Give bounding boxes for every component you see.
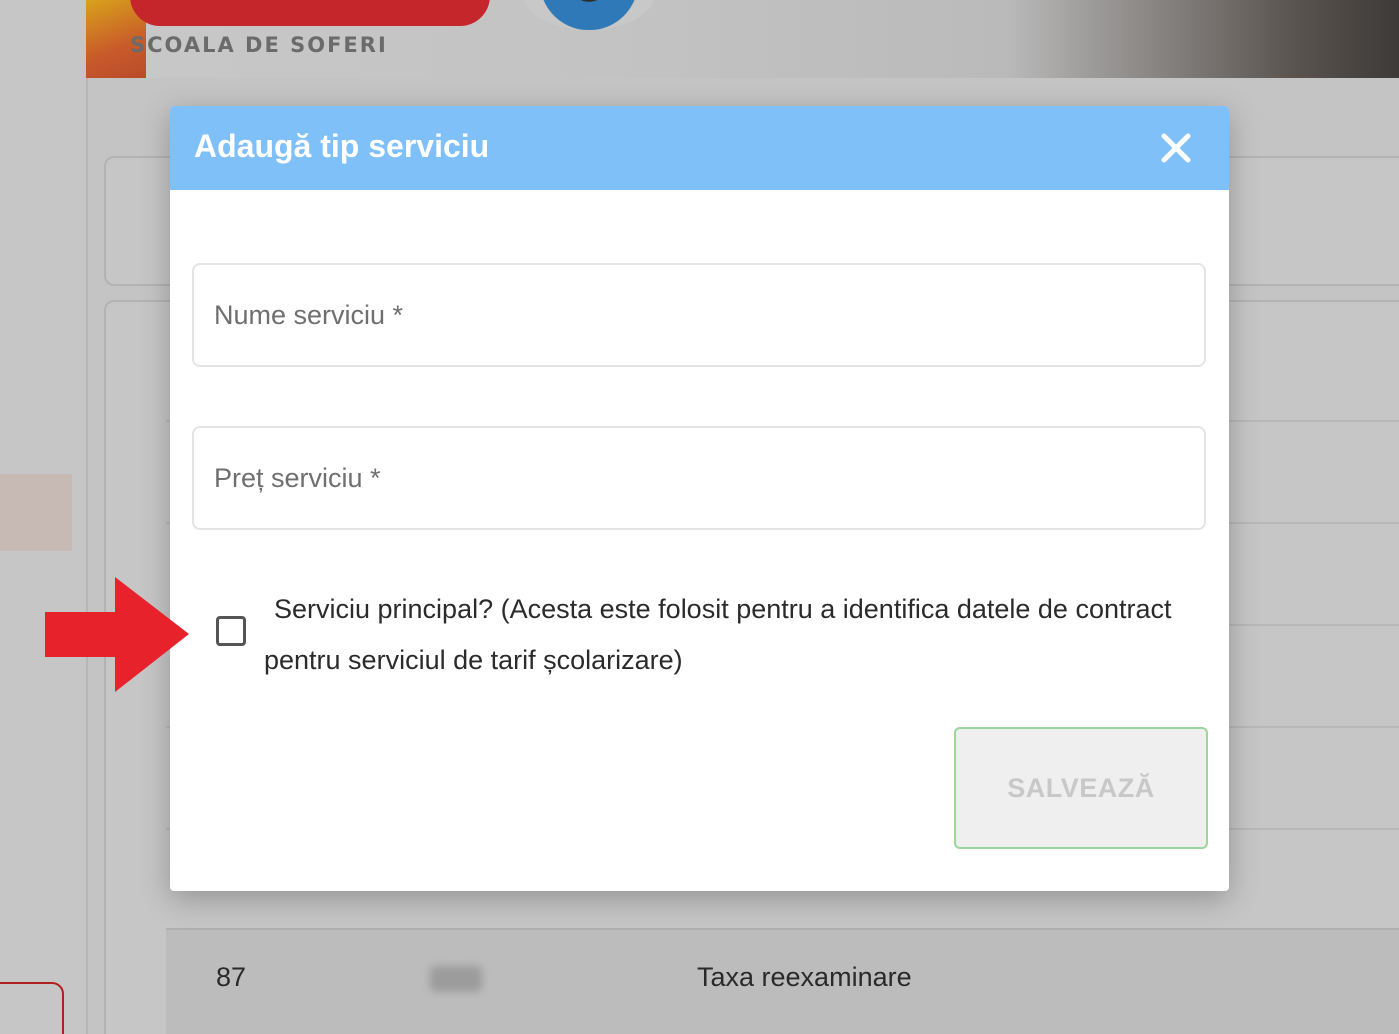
close-icon: [1161, 133, 1191, 163]
main-service-checkbox[interactable]: [216, 616, 246, 646]
table-cell-id: 87: [216, 962, 247, 992]
app-screen: SCOALA DE SOFERI 87 Taxa reexaminare Ada…: [0, 0, 1399, 1034]
table-cell-redacted: [430, 966, 482, 992]
service-price-input[interactable]: [194, 428, 1204, 528]
service-name-input[interactable]: [194, 265, 1204, 365]
table-cell-name: Taxa reexaminare: [697, 962, 912, 992]
main-service-checkbox-label: Serviciu principal? (Acesta este folosit…: [264, 594, 1172, 675]
dialog-title: Adaugă tip serviciu: [194, 128, 490, 164]
arrow-right-icon: [45, 577, 189, 692]
save-button[interactable]: SALVEAZĂ: [954, 727, 1208, 849]
close-button[interactable]: [1156, 128, 1196, 168]
service-price-field: [192, 426, 1206, 530]
sidebar-bottom-button: [0, 982, 64, 1034]
globe-logo-icon: [524, 0, 654, 30]
banner-text: SCOALA DE SOFERI: [130, 33, 388, 57]
service-name-field: [192, 263, 1206, 367]
header-banner: SCOALA DE SOFERI: [86, 0, 1399, 78]
logo: [130, 0, 490, 26]
sidebar-active-item: [0, 474, 72, 551]
dialog-header: Adaugă tip serviciu: [170, 106, 1229, 190]
add-service-type-dialog: Adaugă tip serviciu Serviciu principal? …: [170, 106, 1229, 891]
